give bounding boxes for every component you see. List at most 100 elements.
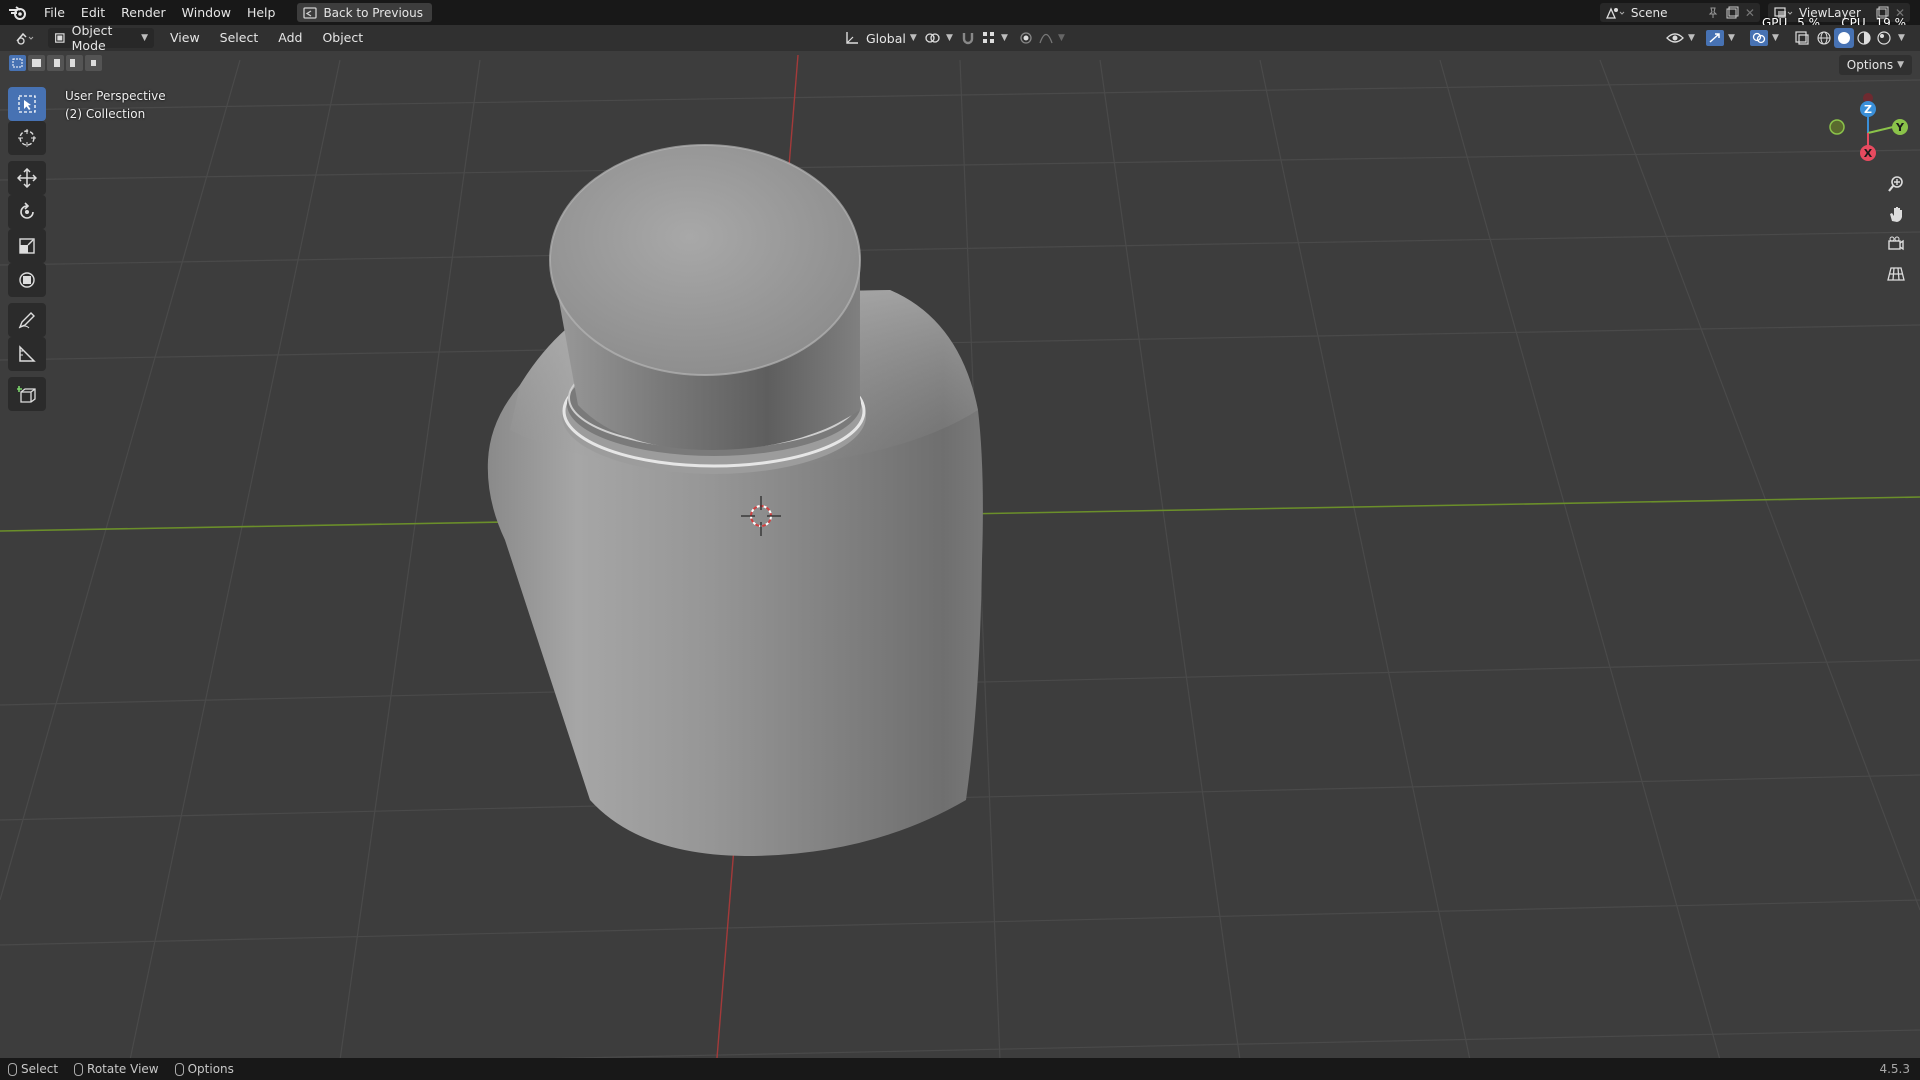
pan-view-button[interactable] xyxy=(1882,200,1910,228)
pencil-icon xyxy=(18,312,35,329)
pin-icon[interactable] xyxy=(1707,7,1719,19)
hint-select-label: Select xyxy=(21,1062,59,1076)
shading-solid-button[interactable] xyxy=(1834,28,1854,48)
select-box-icon xyxy=(18,95,36,113)
shading-rendered-button[interactable] xyxy=(1874,28,1894,48)
menu-render[interactable]: Render xyxy=(113,0,174,25)
move-tool[interactable] xyxy=(8,161,46,195)
scene-selector[interactable]: Scene ✕ xyxy=(1599,3,1760,22)
tool-shelf xyxy=(8,87,48,411)
object-mode-dropdown[interactable]: Object Mode ▼ xyxy=(48,23,154,53)
chevron-down-icon: ▼ xyxy=(1001,33,1008,43)
snap-target-dropdown[interactable]: ▼ xyxy=(975,28,1014,48)
hint-rotate-view: Rotate View xyxy=(74,1062,159,1076)
gizmo-neg-y-dot[interactable] xyxy=(1829,119,1845,135)
gizmo-y-label: Y xyxy=(1895,121,1905,134)
chevron-down-icon: ▼ xyxy=(1897,60,1904,70)
editor-type-button[interactable] xyxy=(8,28,42,48)
menu-help[interactable]: Help xyxy=(239,0,284,25)
new-scene-icon[interactable] xyxy=(1725,6,1739,20)
navigation-gizmo[interactable]: Z Y X xyxy=(1820,91,1920,181)
chevron-down-icon: ▼ xyxy=(141,33,148,43)
overlays-icon xyxy=(1750,30,1768,46)
transform-tool[interactable] xyxy=(8,263,46,297)
perspective-toggle-button[interactable] xyxy=(1882,260,1910,288)
menu-select[interactable]: Select xyxy=(210,25,269,51)
select-invert-icon[interactable] xyxy=(66,55,83,71)
gizmo-x-label: X xyxy=(1864,147,1873,160)
menu-edit[interactable]: Edit xyxy=(73,0,113,25)
top-menu-bar: File Edit Render Window Help Back to Pre… xyxy=(0,0,1920,29)
blender-logo-icon[interactable] xyxy=(8,5,28,21)
menu-add[interactable]: Add xyxy=(268,25,312,51)
mouse-right-icon xyxy=(174,1062,184,1076)
chevron-down-icon: ▼ xyxy=(1728,33,1735,43)
chevron-down-icon: ▼ xyxy=(1688,33,1695,43)
proportional-falloff-dropdown[interactable]: ▼ xyxy=(1032,28,1071,48)
camera-icon xyxy=(1888,236,1904,251)
chevron-down-icon: ▼ xyxy=(1058,33,1065,43)
cursor-tool[interactable] xyxy=(8,121,46,155)
version-label: 4.5.3 xyxy=(1879,1062,1910,1076)
select-box-tool[interactable] xyxy=(8,87,46,121)
scene-icon xyxy=(1605,6,1625,19)
menu-view[interactable]: View xyxy=(160,25,210,51)
global-axis-icon xyxy=(846,32,858,44)
menu-file[interactable]: File xyxy=(36,0,73,25)
select-intersect-icon[interactable] xyxy=(85,55,102,71)
cursor-icon xyxy=(18,129,36,147)
3d-viewport-icon xyxy=(16,32,34,45)
remove-scene-icon[interactable]: ✕ xyxy=(1745,6,1755,20)
hand-icon xyxy=(1890,207,1902,222)
shading-wireframe-button[interactable] xyxy=(1814,28,1834,48)
visibility-dropdown[interactable]: ▼ xyxy=(1660,28,1701,48)
transform-orientation-label: Global xyxy=(866,30,906,46)
xray-toggle[interactable] xyxy=(1788,28,1816,48)
back-to-previous-button[interactable]: Back to Previous xyxy=(297,3,432,22)
overlays-toggle[interactable]: ▼ xyxy=(1744,28,1785,48)
add-cube-tool[interactable] xyxy=(8,377,46,411)
camera-view-button[interactable] xyxy=(1882,230,1910,258)
pivot-point-icon xyxy=(925,33,940,43)
chevron-down-icon: ▼ xyxy=(1898,33,1905,43)
magnet-icon xyxy=(962,33,974,45)
hint-rotate-label: Rotate View xyxy=(87,1062,159,1076)
move-icon xyxy=(17,168,37,188)
zoom-view-button[interactable] xyxy=(1882,170,1910,198)
gizmo-toggle[interactable]: ▼ xyxy=(1700,28,1741,48)
eye-icon xyxy=(1666,33,1684,43)
select-subtract-icon[interactable] xyxy=(47,55,64,71)
grid-perspective-icon xyxy=(1887,267,1905,281)
menu-window[interactable]: Window xyxy=(174,0,239,25)
mouse-middle-icon xyxy=(74,1062,84,1076)
annotate-tool[interactable] xyxy=(8,303,46,337)
scale-tool[interactable] xyxy=(8,229,46,263)
shading-material-button[interactable] xyxy=(1854,28,1874,48)
bottle-object[interactable] xyxy=(487,144,983,856)
hint-select: Select xyxy=(8,1062,58,1076)
add-cube-icon xyxy=(17,386,36,403)
rotate-tool[interactable] xyxy=(8,195,46,229)
viewport-header: Object Mode ▼ View Select Add Object Glo… xyxy=(0,23,1920,53)
measure-tool[interactable] xyxy=(8,337,46,371)
scene-name[interactable]: Scene xyxy=(1631,6,1701,20)
scene-render[interactable] xyxy=(0,51,1920,1058)
menu-object[interactable]: Object xyxy=(312,25,373,51)
ruler-icon xyxy=(19,345,36,362)
transform-orientation-dropdown[interactable]: Global ▼ xyxy=(838,28,923,48)
options-dropdown[interactable]: Options ▼ xyxy=(1838,55,1912,75)
select-new-icon[interactable] xyxy=(9,55,26,71)
scale-icon xyxy=(19,238,35,254)
snap-increment-icon xyxy=(983,32,994,43)
rendered-sphere-icon xyxy=(1877,31,1891,45)
object-mode-label: Object Mode xyxy=(71,23,113,53)
select-extend-icon[interactable] xyxy=(28,55,45,71)
shading-options-dropdown[interactable]: ▼ xyxy=(1894,28,1909,48)
status-bar: Select Rotate View Options 4.5.3 xyxy=(0,1058,1920,1080)
hint-options: Options xyxy=(174,1062,234,1076)
chevron-down-icon: ▼ xyxy=(1772,33,1779,43)
pivot-point-dropdown[interactable]: ▼ xyxy=(918,28,959,48)
3d-viewport[interactable]: User Perspective (2) Collection Options … xyxy=(0,51,1920,1058)
back-screen-icon xyxy=(303,6,318,19)
back-to-previous-label: Back to Previous xyxy=(323,5,423,20)
